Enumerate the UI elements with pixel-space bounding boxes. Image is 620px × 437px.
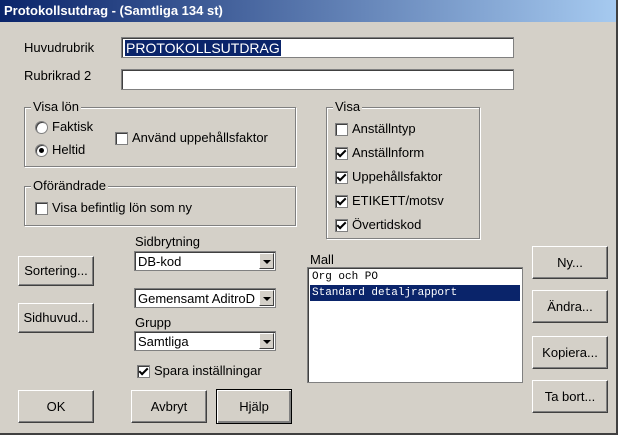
overtidskod-label[interactable]: Övertidskod [352,217,421,232]
etikett-checkbox[interactable] [335,195,348,208]
sidhuvud-button-label: Sidhuvud... [23,310,89,325]
mall-listbox[interactable]: Org och PO Standard detaljrapport [307,267,523,383]
huvudrubrik-value: PROTOKOLLSUTDRAG [125,40,281,56]
grupp-select[interactable]: Samtliga [134,331,276,351]
kopiera-button[interactable]: Kopiera... [532,336,608,369]
chevron-down-icon[interactable] [259,333,274,349]
ok-button[interactable]: OK [18,390,94,423]
visa-lon-title: Visa lön [31,99,82,114]
list-item[interactable]: Org och PO [310,269,520,285]
uppehallsfaktor-visa-checkbox[interactable] [335,171,348,184]
avbryt-button[interactable]: Avbryt [131,390,207,423]
uppehallsfaktor-checkbox[interactable] [115,132,128,145]
ny-button-label: Ny... [557,255,583,270]
anstallntyp-checkbox[interactable] [335,123,348,136]
faktisk-label[interactable]: Faktisk [52,119,93,134]
sidbrytning2-select[interactable]: Gemensamt AditroD [134,288,276,308]
rubrikrad2-label: Rubrikrad 2 [24,68,92,83]
chevron-down-icon[interactable] [259,290,274,306]
andra-button-label: Ändra... [547,299,593,314]
heltid-radio[interactable] [35,144,48,157]
ta-bort-button[interactable]: Ta bort... [532,380,608,413]
andra-button[interactable]: Ändra... [532,290,608,323]
grupp-label: Grupp [135,315,172,330]
anstallntyp-label[interactable]: Anställntyp [352,121,416,136]
avbryt-button-label: Avbryt [150,399,188,414]
sidhuvud-button[interactable]: Sidhuvud... [18,303,94,333]
ta-bort-button-label: Ta bort... [544,389,596,404]
hjalp-button[interactable]: Hjälp [216,389,292,424]
anstallnform-label[interactable]: Anställnform [352,145,424,160]
sortering-button[interactable]: Sortering... [18,256,94,286]
spara-label[interactable]: Spara inställningar [154,363,262,378]
visa-befintlig-label[interactable]: Visa befintlig lön som ny [52,200,192,215]
huvudrubrik-label: Huvudrubrik [24,40,95,55]
ny-button[interactable]: Ny... [532,246,608,279]
visa-befintlig-checkbox[interactable] [35,202,48,215]
sidbrytning-value: DB-kod [138,254,182,269]
protokollsutdrag-dialog: Protokollsutdrag - (Samtliga 134 st) Huv… [0,0,618,435]
title-bar[interactable]: Protokollsutdrag - (Samtliga 134 st) [0,0,616,22]
chevron-down-icon[interactable] [259,253,274,269]
ok-button-label: OK [46,399,66,414]
list-item[interactable]: Standard detaljrapport [310,285,520,301]
uppehallsfaktor-visa-label[interactable]: Uppehållsfaktor [352,169,442,184]
faktisk-radio[interactable] [35,121,48,134]
overtidskod-checkbox[interactable] [335,219,348,232]
sidbrytning2-value: Gemensamt AditroD [138,291,256,306]
etikett-label[interactable]: ETIKETT/motsv [352,193,444,208]
huvudrubrik-input[interactable]: PROTOKOLLSUTDRAG [121,37,514,58]
spara-checkbox[interactable] [137,365,150,378]
heltid-label[interactable]: Heltid [52,142,85,157]
uppehallsfaktor-label[interactable]: Använd uppehållsfaktor [132,130,268,145]
grupp-value: Samtliga [138,334,189,349]
oforandrade-title: Oförändrade [31,178,108,193]
window-title: Protokollsutdrag - (Samtliga 134 st) [4,3,223,18]
kopiera-button-label: Kopiera... [542,345,598,360]
anstallnform-checkbox[interactable] [335,147,348,160]
sortering-button-label: Sortering... [24,263,88,278]
hjalp-button-label: Hjälp [239,399,269,414]
visa-title: Visa [333,99,363,114]
mall-label: Mall [310,252,334,267]
sidbrytning-label: Sidbrytning [135,234,201,249]
sidbrytning-select[interactable]: DB-kod [134,251,276,271]
rubrikrad2-input[interactable] [121,69,514,90]
